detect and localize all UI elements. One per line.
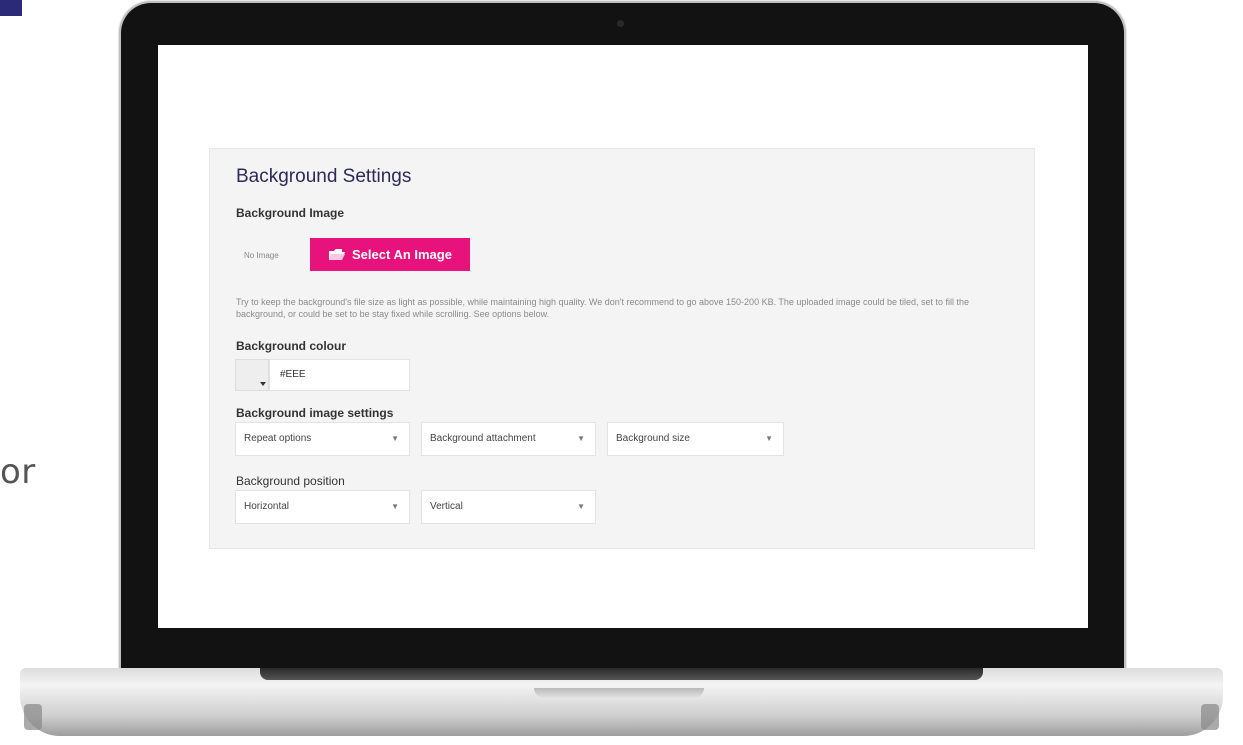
chevron-down-icon: ▼ [391, 434, 399, 443]
help-text: Try to keep the background's file size a… [236, 297, 970, 319]
folder-icon [328, 248, 346, 261]
chevron-down-icon: ▼ [577, 434, 585, 443]
select-image-label: Select An Image [352, 247, 452, 262]
background-position-label: Background position [236, 474, 345, 488]
horizontal-position-select[interactable]: Horizontal ▼ [235, 490, 410, 524]
chevron-down-icon: ▼ [577, 502, 585, 511]
repeat-options-select[interactable]: Repeat options ▼ [235, 422, 410, 456]
laptop-base [20, 668, 1223, 736]
no-image-text: No Image [244, 251, 279, 260]
colour-input[interactable]: #EEE [269, 359, 410, 391]
laptop-foot-right [1201, 704, 1219, 730]
laptop-hinge [260, 668, 983, 680]
laptop-notch [534, 688, 704, 698]
background-size-select[interactable]: Background size ▼ [607, 422, 784, 456]
background-size-value: Background size [616, 433, 690, 444]
laptop-lid: Background Settings Background Image No … [121, 3, 1124, 675]
chevron-down-icon: ▼ [765, 434, 773, 443]
laptop-foot-left [24, 704, 42, 730]
vertical-position-value: Vertical [430, 501, 463, 512]
vertical-position-select[interactable]: Vertical ▼ [421, 490, 596, 524]
horizontal-position-value: Horizontal [244, 501, 290, 512]
background-colour-label: Background colour [236, 339, 347, 353]
chevron-down-icon: ▼ [391, 502, 399, 511]
background-attachment-value: Background attachment [430, 433, 536, 444]
repeat-options-value: Repeat options [244, 433, 312, 444]
background-image-label: Background Image [236, 206, 345, 220]
caret-down-icon [260, 382, 266, 386]
colour-swatch[interactable] [235, 359, 269, 391]
side-text: or [0, 452, 36, 492]
camera-icon [617, 20, 624, 27]
background-settings-panel: Background Settings Background Image No … [209, 148, 1035, 549]
background-attachment-select[interactable]: Background attachment ▼ [421, 422, 596, 456]
panel-title: Background Settings [236, 166, 412, 187]
select-image-button[interactable]: Select An Image [310, 238, 470, 271]
image-settings-label: Background image settings [236, 406, 394, 420]
corner-block [0, 0, 22, 16]
laptop-screen: Background Settings Background Image No … [158, 45, 1088, 628]
